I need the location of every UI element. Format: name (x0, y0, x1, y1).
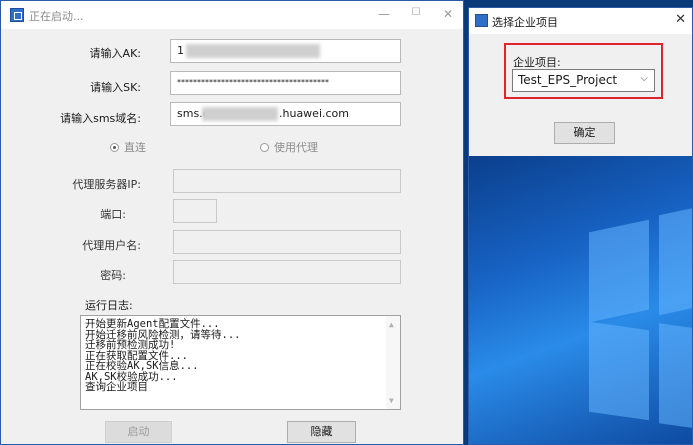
log-label: 运行日志: (85, 299, 133, 312)
windows-logo-pane (589, 219, 649, 323)
windows-logo-pane (659, 323, 692, 429)
log-scrollbar[interactable]: ▲ ▼ (386, 316, 400, 409)
minimize-icon[interactable]: — (375, 7, 393, 21)
desktop-wallpaper (469, 156, 692, 444)
log-line: 正在校验AK,SK信息... (85, 360, 199, 372)
radio-unchecked-icon (260, 143, 269, 152)
proxy-radio[interactable]: 使用代理 (260, 139, 318, 155)
direct-radio[interactable]: 直连 (110, 139, 146, 155)
proxy-server-label: 代理服务器IP: (72, 178, 141, 191)
log-textarea[interactable]: 开始更新Agent配置文件... 开始迁移前风险检测，请等待... 迁移前预检测… (80, 315, 401, 410)
proxy-user-label: 代理用户名: (82, 239, 141, 252)
select-project-window: 选择企业项目 ✕ 企业项目: Test_EPS_Project ⌵ 确定 (468, 7, 693, 445)
ak-redaction (186, 44, 320, 58)
side-titlebar: 选择企业项目 ✕ (469, 8, 692, 34)
project-value: Test_EPS_Project (518, 73, 618, 87)
main-window: 正在启动... — ☐ ✕ 请输入AK: 1 请输入SK: **********… (0, 0, 464, 445)
sk-value: ************************************** (177, 78, 329, 87)
close-icon[interactable]: ✕ (439, 7, 457, 21)
hide-button[interactable]: 隐藏 (287, 421, 356, 443)
radio-checked-icon (110, 143, 119, 152)
chevron-down-icon: ⌵ (640, 73, 648, 84)
windows-logo-pane (589, 321, 649, 421)
windows-logo-pane (659, 206, 692, 316)
close-icon[interactable]: ✕ (675, 12, 686, 27)
proxy-radio-label: 使用代理 (274, 141, 318, 154)
ak-label: 请输入AK: (89, 47, 141, 60)
app-icon (475, 14, 488, 27)
sk-input[interactable]: ************************************** (170, 71, 401, 95)
app-icon (10, 8, 24, 22)
scroll-down-icon[interactable]: ▼ (389, 396, 394, 407)
main-window-title: 正在启动... (29, 10, 84, 23)
confirm-button[interactable]: 确定 (554, 122, 615, 144)
sms-label: 请输入sms域名: (60, 112, 141, 125)
project-select[interactable]: Test_EPS_Project ⌵ (512, 69, 655, 92)
proxy-server-input[interactable] (173, 169, 401, 193)
main-titlebar: 正在启动... — ☐ ✕ (1, 1, 463, 29)
start-button[interactable]: 启动 (105, 421, 172, 443)
port-label: 端口: (100, 208, 126, 221)
sms-redaction (202, 107, 278, 121)
ak-value: 1 (177, 44, 184, 57)
proxy-user-input[interactable] (173, 230, 401, 254)
log-line: 查询企业项目 (85, 381, 148, 393)
port-input[interactable] (173, 199, 217, 223)
scroll-up-icon[interactable]: ▲ (389, 320, 394, 331)
direct-radio-label: 直连 (124, 141, 146, 154)
sk-label: 请输入SK: (90, 81, 141, 94)
password-label: 密码: (100, 269, 126, 282)
project-label: 企业项目: (513, 56, 561, 69)
sms-value-suffix: .huawei.com (279, 107, 349, 120)
maximize-icon[interactable]: ☐ (407, 7, 425, 18)
log-line: 迁移前预检测成功! (85, 339, 176, 351)
side-window-title: 选择企业项目 (492, 16, 558, 29)
log-line: 开始更新Agent配置文件... (85, 318, 220, 330)
password-input[interactable] (173, 260, 401, 284)
